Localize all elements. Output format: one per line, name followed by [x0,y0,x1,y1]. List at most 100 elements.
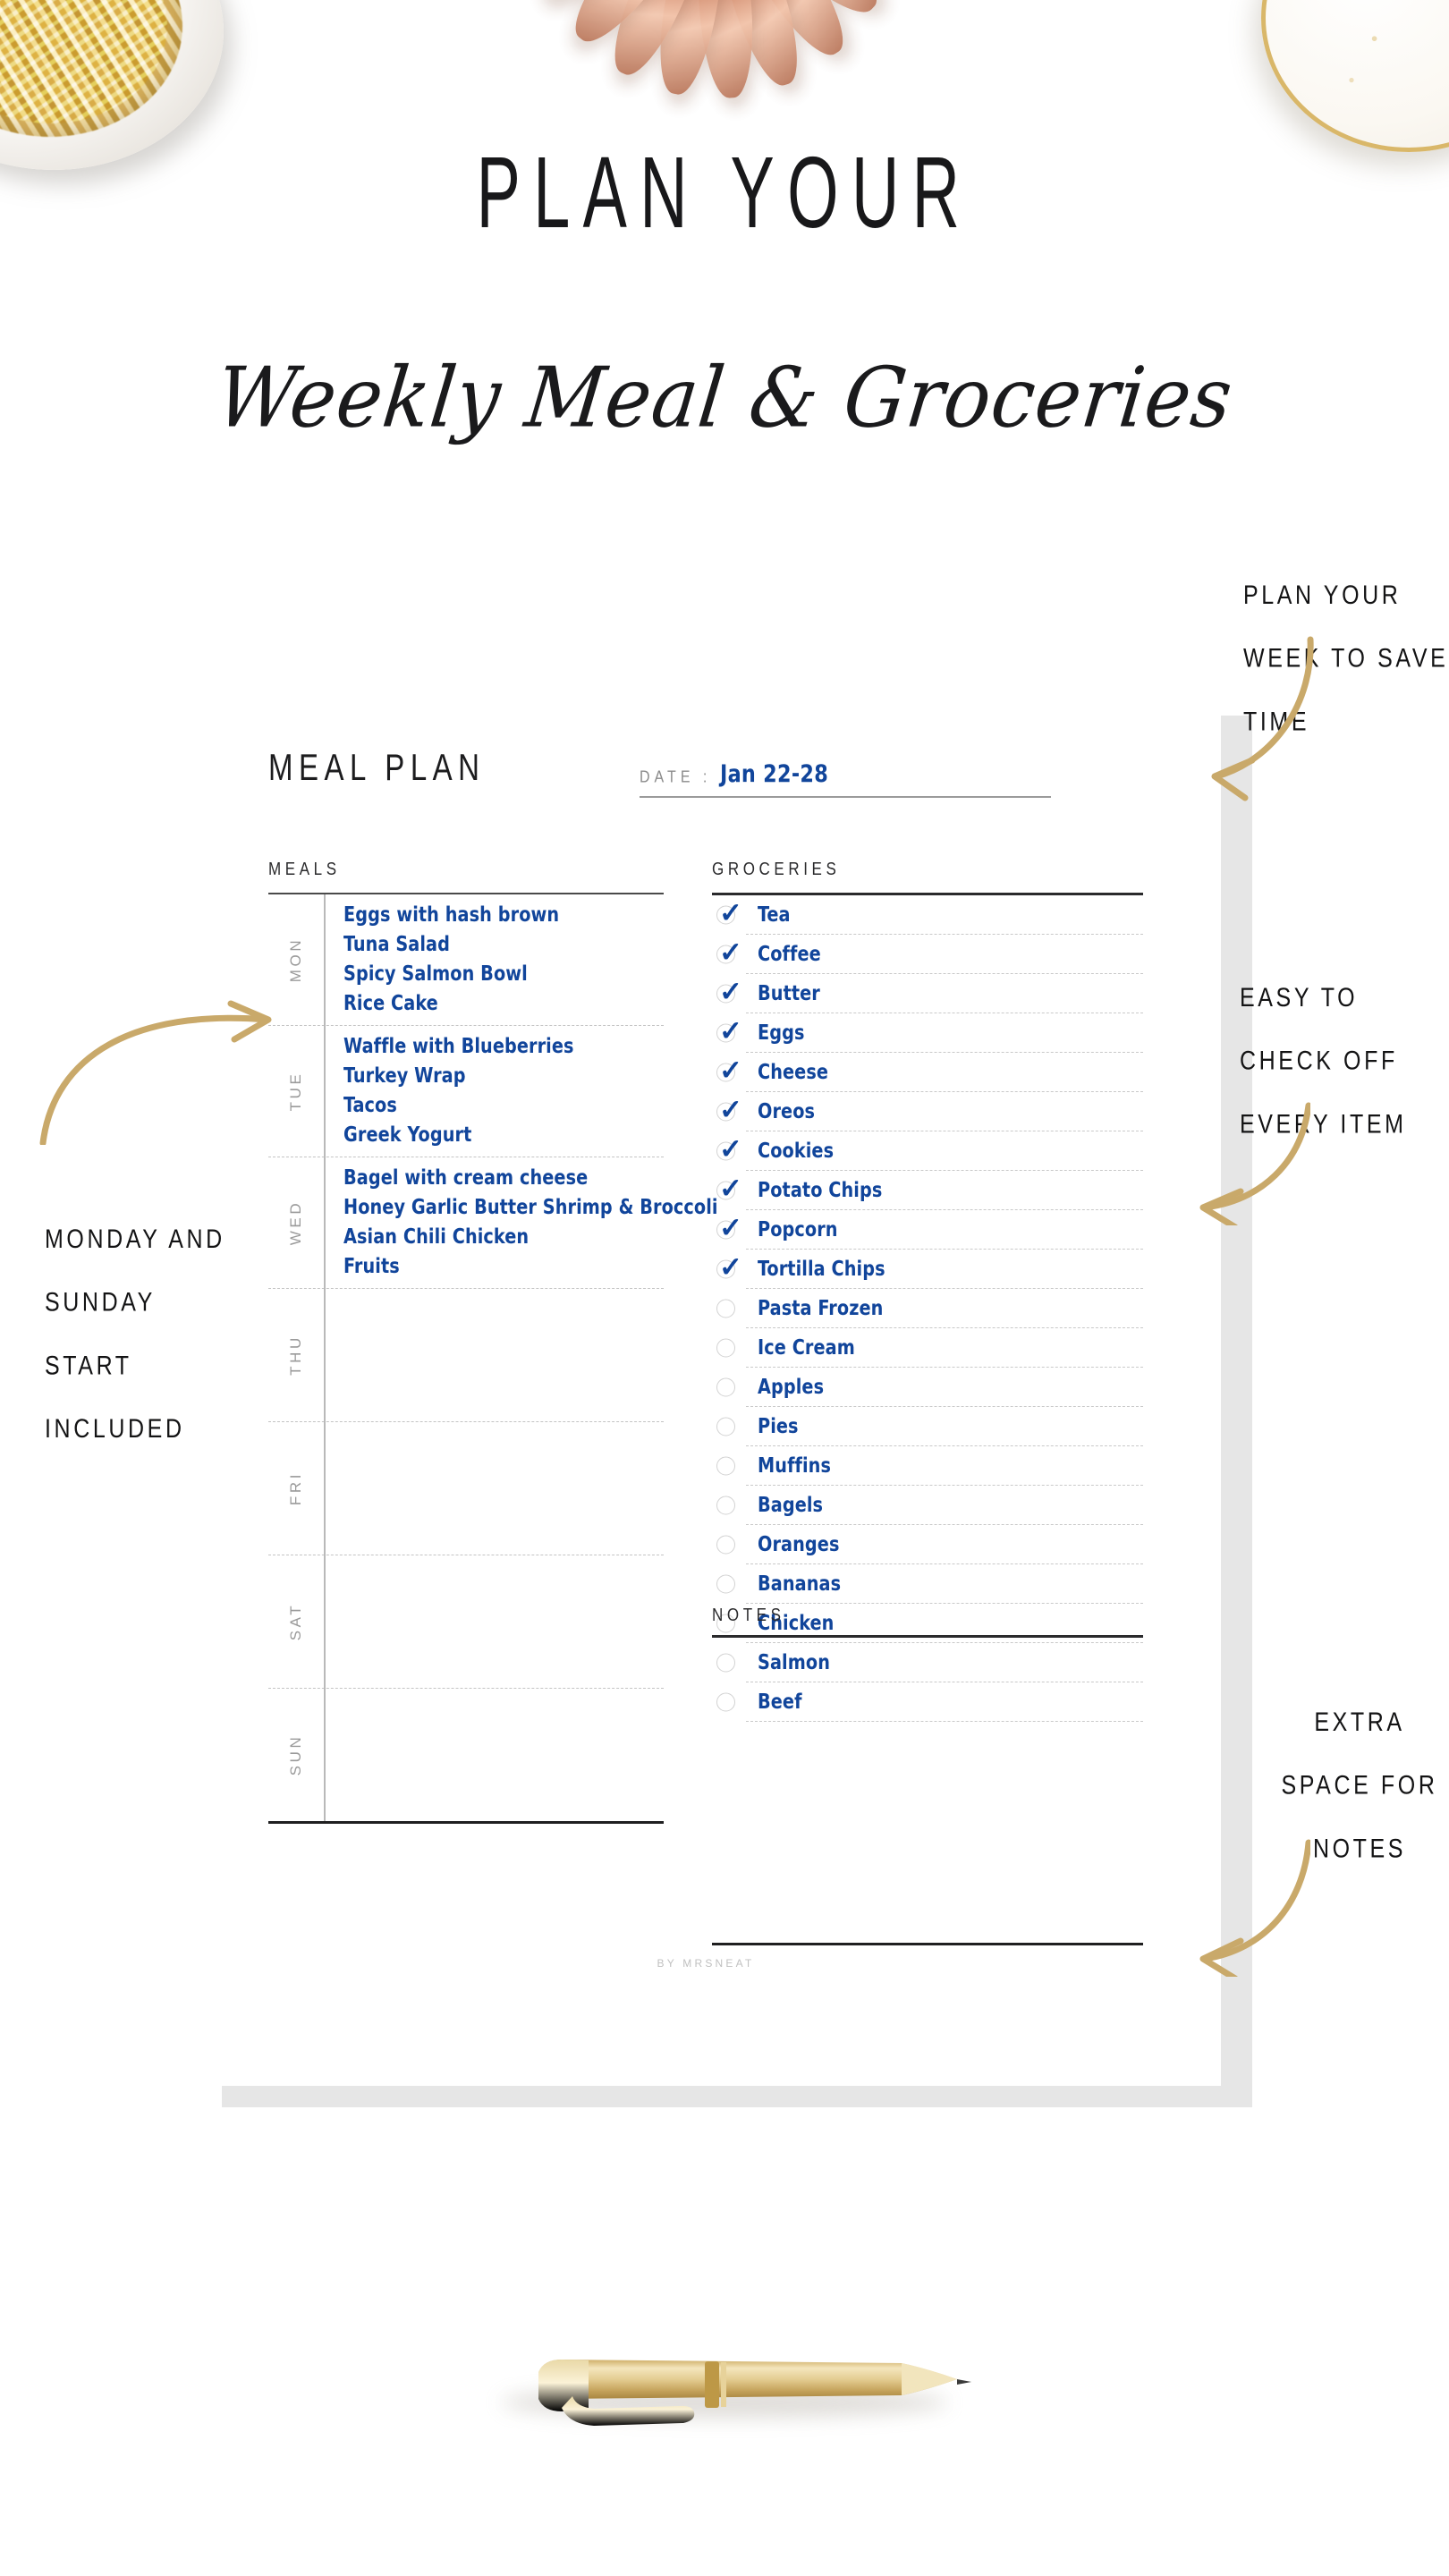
meal-entry[interactable]: Bagel with cream cheese [343,1164,718,1193]
meal-entry[interactable]: Honey Garlic Butter Shrimp & Broccoli [343,1193,718,1223]
meal-entries-cell[interactable] [324,1555,664,1688]
grocery-item-label: Salmon [758,1650,831,1674]
grocery-item-label: Ice Cream [758,1335,855,1360]
meal-entry[interactable]: Fruits [343,1252,718,1282]
meal-day-row[interactable]: FRI [268,1422,664,1555]
meal-day-row[interactable]: MON Eggs with hash brown Tuna Salad Spicy S… [268,894,664,1025]
day-label-cell: WED [268,1157,324,1288]
meal-entries-cell[interactable] [324,1422,664,1555]
checkbox-unchecked[interactable] [712,1328,746,1367]
checkbox-checked[interactable]: ✓ [712,895,746,934]
arrow-to-notes-icon [1199,1839,1310,1977]
grocery-item-row[interactable]: Oranges [712,1525,1143,1563]
meal-entry[interactable]: Turkey Wrap [343,1062,641,1091]
grocery-item-row[interactable]: Ice Cream [712,1328,1143,1367]
groceries-checklist: ✓ Tea ✓ Coffee ✓ Butter ✓ Eggs ✓ Cheese ✓ Oreos ✓ Coo… [712,893,1143,1722]
meal-entry[interactable]: Rice Cake [343,989,641,1019]
check-icon: ✓ [719,936,742,968]
meal-entries-cell[interactable]: Bagel with cream cheese Honey Garlic Butt… [324,1157,746,1288]
grocery-item-row[interactable]: Muffins [712,1446,1143,1485]
checkbox-unchecked[interactable] [712,1289,746,1327]
meal-day-row[interactable]: SAT [268,1555,664,1688]
grocery-item-label: Popcorn [758,1217,838,1241]
meal-entry[interactable]: Asian Chili Chicken [343,1223,718,1252]
grocery-item-row[interactable]: ✓ Popcorn [712,1210,1143,1249]
grocery-item-row[interactable]: Salmon [712,1643,1143,1682]
check-icon: ✓ [719,1054,742,1086]
checkbox-checked[interactable]: ✓ [712,1053,746,1091]
check-icon: ✓ [719,896,742,928]
meal-day-row[interactable]: TUE Waffle with Blueberries Turkey Wrap Tac… [268,1026,664,1157]
grocery-item-row[interactable]: Bagels [712,1486,1143,1524]
grocery-item-row[interactable]: ✓ Cheese [712,1053,1143,1091]
checkbox-unchecked[interactable] [712,1682,746,1721]
check-icon: ✓ [719,1014,742,1046]
grocery-item-row[interactable]: Bananas [712,1564,1143,1603]
grocery-item-label: Apples [758,1375,825,1399]
checkbox-checked[interactable]: ✓ [712,1250,746,1288]
meal-entries-cell[interactable]: Waffle with Blueberries Turkey Wrap Tacos G… [324,1026,664,1157]
checkbox-unchecked[interactable] [712,1446,746,1485]
checkbox-unchecked[interactable] [712,1486,746,1524]
checkbox-unchecked[interactable] [712,1643,746,1682]
checkbox-circle-icon [716,1496,735,1514]
grocery-item-row[interactable]: ✓ Oreos [712,1092,1143,1131]
date-value[interactable]: Jan 22-28 [720,760,828,788]
checkbox-circle-icon [716,1299,735,1318]
grocery-item-label: Cookies [758,1139,835,1163]
meal-entry[interactable]: Greek Yogurt [343,1121,641,1150]
check-icon: ✓ [719,1250,742,1283]
meal-day-row[interactable]: THU [268,1289,664,1421]
check-icon: ✓ [719,1172,742,1204]
checkbox-checked[interactable]: ✓ [712,1171,746,1209]
checkbox-checked[interactable]: ✓ [712,1092,746,1131]
checkbox-unchecked[interactable] [712,1407,746,1445]
grocery-item-row[interactable]: ✓ Eggs [712,1013,1143,1052]
notes-top-rule [712,1635,1143,1638]
annotation-monday-sunday: MONDAY AND SUNDAY START INCLUDED [45,1224,225,1445]
meal-entries-cell[interactable]: Eggs with hash brown Tuna Salad Spicy Salm… [324,894,664,1025]
date-label: DATE : [640,768,712,787]
grocery-item-row[interactable]: ✓ Tortilla Chips [712,1250,1143,1288]
meal-entry[interactable]: Eggs with hash brown [343,901,641,930]
grocery-item-row[interactable]: ✓ Butter [712,974,1143,1013]
grocery-item-row[interactable]: Apples [712,1368,1143,1406]
grocery-item-row[interactable]: Beef [712,1682,1143,1721]
grocery-item-label: Bananas [758,1572,842,1596]
grocery-item-row[interactable]: ✓ Potato Chips [712,1171,1143,1209]
groceries-column-label: GROCERIES [712,859,841,879]
grocery-item-label: Beef [758,1690,802,1714]
meal-day-row[interactable]: WED Bagel with cream cheese Honey Garlic B… [268,1157,717,1288]
meal-entries-cell[interactable] [324,1289,664,1421]
meal-entry[interactable]: Spicy Salmon Bowl [343,960,641,989]
day-label-cell: FRI [268,1422,324,1555]
checkbox-checked[interactable]: ✓ [712,1131,746,1170]
meals-column-label: MEALS [268,859,341,879]
grocery-item-row[interactable]: ✓ Cookies [712,1131,1143,1170]
meal-entry[interactable]: Tacos [343,1091,641,1121]
grocery-item-label: Pasta Frozen [758,1296,884,1320]
meal-entries-cell[interactable] [324,1689,664,1821]
day-label: MON [287,936,304,983]
checkbox-circle-icon [716,1653,735,1672]
meal-day-row[interactable]: SUN [268,1689,664,1821]
grocery-item-label: Butter [758,981,820,1005]
meal-entry[interactable]: Tuna Salad [343,930,641,960]
grocery-item-label: Tortilla Chips [758,1257,886,1281]
grocery-item-row[interactable]: ✓ Coffee [712,935,1143,973]
checkbox-unchecked[interactable] [712,1525,746,1563]
poster-title-primary: PLAN YOUR [476,137,973,250]
checkbox-unchecked[interactable] [712,1368,746,1406]
checkbox-checked[interactable]: ✓ [712,974,746,1013]
grocery-item-row[interactable]: Pies [712,1407,1143,1445]
meal-entry[interactable]: Waffle with Blueberries [343,1032,641,1062]
checkbox-checked[interactable]: ✓ [712,1013,746,1052]
checkbox-unchecked[interactable] [712,1564,746,1603]
grocery-item-row[interactable]: ✓ Tea [712,895,1143,934]
rose-gold-monstera-leaf-image [535,0,891,152]
date-field[interactable]: DATE : Jan 22-28 [640,760,1051,798]
checkbox-checked[interactable]: ✓ [712,935,746,973]
grocery-item-row[interactable]: Pasta Frozen [712,1289,1143,1327]
meal-plan-table: MON Eggs with hash brown Tuna Salad Spicy S… [268,893,717,1824]
checkbox-checked[interactable]: ✓ [712,1210,746,1249]
